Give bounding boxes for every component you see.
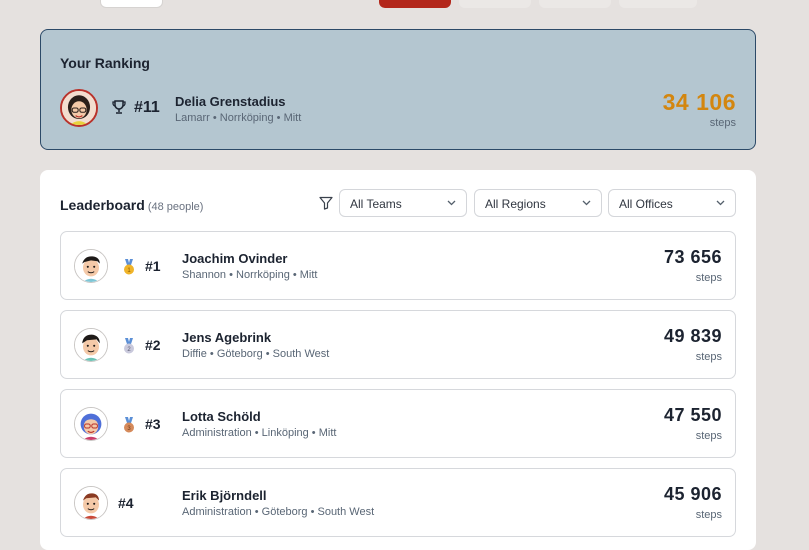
avatar [74, 407, 108, 441]
nav-tab[interactable] [619, 0, 697, 8]
leaderboard-row[interactable]: 3 #3 Lotta Schöld Administration • Linkö… [60, 389, 736, 458]
rank: #1 [145, 258, 161, 274]
chevron-down-icon [716, 200, 725, 206]
nav-tab[interactable] [539, 0, 611, 8]
filter-icon [319, 196, 333, 210]
silver-medal-icon: 2 [124, 338, 134, 354]
leaderboard-title-text: Leaderboard [60, 197, 145, 213]
nav-tab[interactable] [100, 0, 163, 8]
player-name: Joachim Ovinder [182, 251, 288, 266]
regions-select[interactable]: All Regions [474, 189, 602, 217]
player-meta: Shannon • Norrköping • Mitt [182, 269, 318, 281]
rank: #3 [145, 416, 161, 432]
player-score: 47 550 [663, 405, 722, 425]
your-score: 34 106 [662, 89, 736, 115]
bronze-medal-icon: 3 [124, 417, 134, 433]
leaderboard-row[interactable]: 2 #2 Jens Agebrink Diffie • Göteborg • S… [60, 310, 736, 379]
player-name: Erik Björndell [182, 488, 267, 503]
regions-select-value: All Regions [485, 197, 546, 211]
your-meta: Lamarr • Norrköping • Mitt [175, 112, 302, 124]
your-rank: #11 [134, 99, 160, 116]
trophy-icon [112, 100, 126, 114]
player-score: 45 906 [663, 484, 722, 504]
offices-select[interactable]: All Offices [608, 189, 736, 217]
your-ranking-title: Your Ranking [60, 55, 150, 71]
avatar [74, 486, 108, 520]
nav-tab-active[interactable] [379, 0, 451, 8]
score-unit: steps [695, 509, 722, 521]
score-unit: steps [695, 351, 722, 363]
chevron-down-icon [582, 200, 591, 206]
your-ranking-card: Your Ranking #11 Delia Grenstadius Lamar… [40, 29, 756, 150]
score-unit: steps [695, 272, 722, 284]
rank: #4 [118, 495, 134, 511]
rank: #2 [145, 337, 161, 353]
top-navigation [0, 0, 809, 8]
player-meta: Administration • Linköping • Mitt [182, 427, 337, 439]
leaderboard-count: (48 people) [147, 201, 204, 213]
chevron-down-icon [447, 200, 456, 206]
nav-tab[interactable] [459, 0, 531, 8]
avatar [60, 89, 98, 127]
teams-select-value: All Teams [350, 197, 402, 211]
leaderboard-row[interactable]: 1 #1 Joachim Ovinder Shannon • Norrköpin… [60, 231, 736, 300]
player-name: Jens Agebrink [182, 330, 272, 345]
player-meta: Diffie • Göteborg • South West [182, 348, 330, 360]
leaderboard-card: Leaderboard (48 people) All Teams All Reg… [40, 170, 756, 550]
teams-select[interactable]: All Teams [339, 189, 467, 217]
leaderboard-title: Leaderboard (48 people) [60, 197, 203, 213]
avatar [74, 328, 108, 362]
your-name: Delia Grenstadius [175, 94, 286, 109]
player-score: 73 656 [663, 247, 722, 267]
gold-medal-icon: 1 [124, 259, 134, 275]
score-unit: steps [695, 430, 722, 442]
player-score: 49 839 [663, 326, 722, 346]
your-score-unit: steps [709, 117, 736, 129]
player-name: Lotta Schöld [182, 409, 261, 424]
avatar [74, 249, 108, 283]
offices-select-value: All Offices [619, 197, 673, 211]
leaderboard-row[interactable]: #4 Erik Björndell Administration • Göteb… [60, 468, 736, 537]
player-meta: Administration • Göteborg • South West [182, 506, 375, 518]
